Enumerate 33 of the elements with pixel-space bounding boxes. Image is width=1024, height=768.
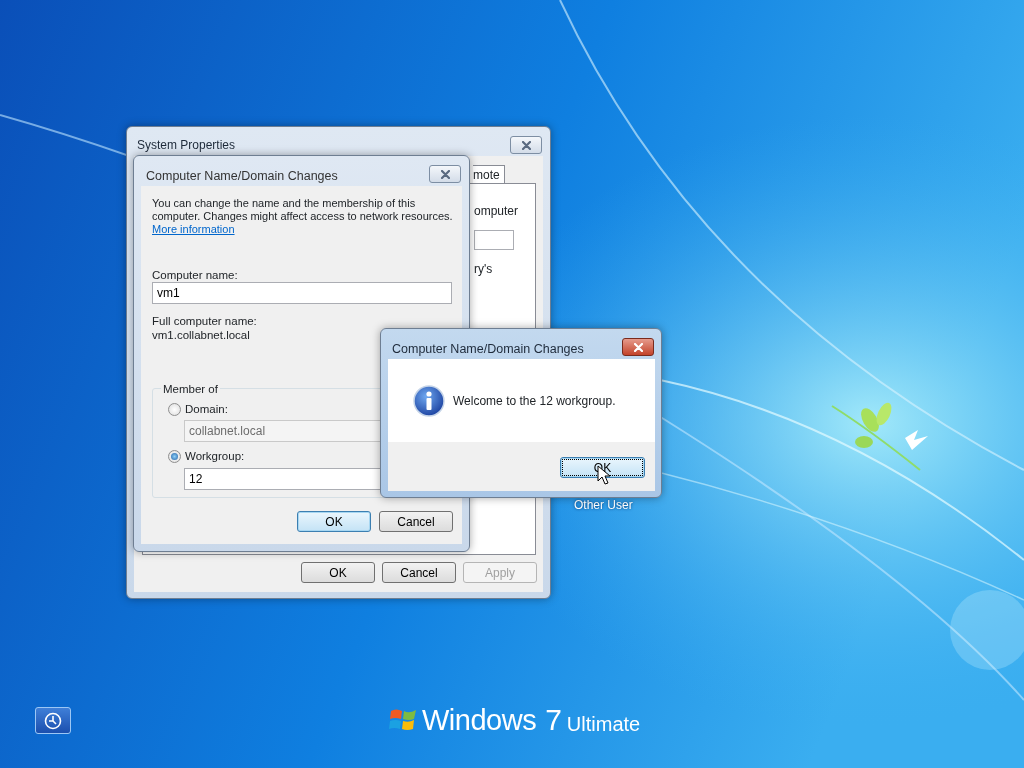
close-button[interactable] xyxy=(510,136,542,154)
radio-button[interactable] xyxy=(168,450,181,464)
product-name: Windows xyxy=(422,706,537,735)
bird-icon xyxy=(905,430,928,450)
close-icon xyxy=(633,342,643,352)
ok-button[interactable]: OK xyxy=(301,562,375,583)
full-name-label: Full computer name: xyxy=(152,315,257,328)
info-icon xyxy=(413,384,445,417)
close-icon xyxy=(521,140,531,150)
label-text: omputer xyxy=(474,203,519,220)
more-information-link[interactable]: More information xyxy=(152,223,235,236)
full-computer-name: vm1.collabnet.local xyxy=(152,329,250,342)
ease-of-access-button[interactable] xyxy=(35,707,71,734)
window-title: System Properties xyxy=(137,137,236,154)
radio-button[interactable] xyxy=(168,403,181,417)
label-text: ry's xyxy=(474,261,493,278)
dialog-title: Computer Name/Domain Changes xyxy=(146,168,338,185)
close-button[interactable] xyxy=(622,338,654,356)
close-icon xyxy=(440,169,450,179)
close-button[interactable] xyxy=(429,165,461,183)
computer-name-label: Computer name: xyxy=(152,269,238,282)
version-number: 7 xyxy=(545,705,562,735)
edition-name: Ultimate xyxy=(566,714,641,734)
option-label[interactable]: Domain: xyxy=(185,401,228,419)
message-text: Welcome to the 12 workgroup. xyxy=(453,392,616,410)
dialog-title: Computer Name/Domain Changes xyxy=(392,341,584,358)
input-field[interactable] xyxy=(474,230,514,250)
description-text: You can change the name and the membership of this computer. Changes might affect access to network resources. xyxy=(152,197,454,223)
cancel-button[interactable]: Cancel xyxy=(379,511,453,532)
option-label[interactable]: Workgroup: xyxy=(185,448,245,466)
computer-name-field[interactable]: vm1 xyxy=(152,282,452,304)
ok-button[interactable]: OK xyxy=(297,511,371,532)
cancel-button[interactable]: Cancel xyxy=(382,562,456,583)
